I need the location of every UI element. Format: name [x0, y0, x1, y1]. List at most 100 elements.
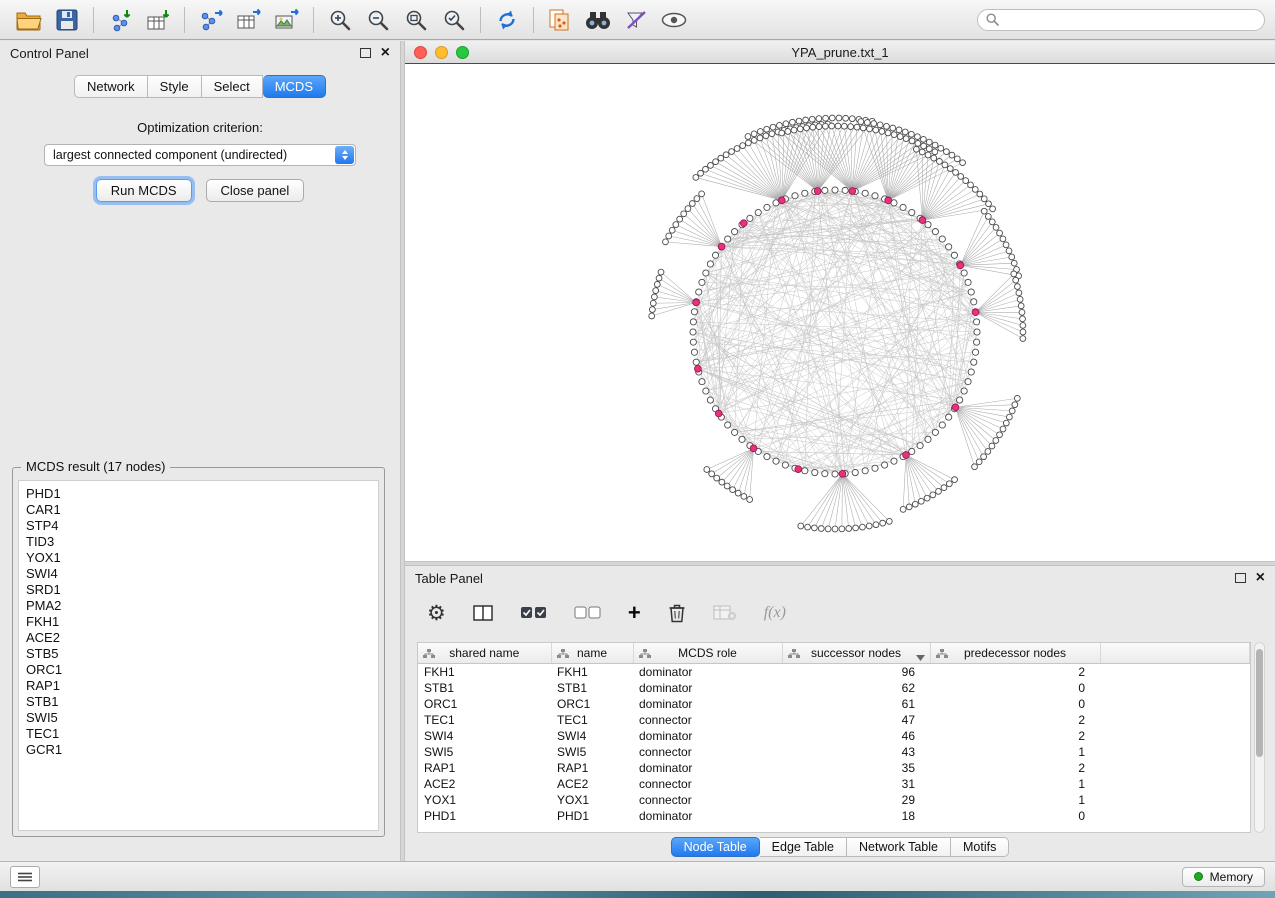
run-mcds-button[interactable]: Run MCDS [96, 179, 192, 202]
table-cell-filler [1100, 696, 1250, 712]
columns-icon[interactable] [473, 604, 493, 622]
export-network-icon[interactable] [192, 4, 230, 36]
zoom-in-icon[interactable] [321, 4, 359, 36]
mcds-result-item[interactable]: SRD1 [26, 582, 376, 598]
table-scrollbar[interactable] [1254, 642, 1265, 833]
save-icon[interactable] [48, 4, 86, 36]
select-all-icon[interactable] [520, 606, 547, 620]
tab-network-table[interactable]: Network Table [847, 837, 951, 857]
table-cell: 0 [930, 808, 1100, 824]
column-header-shared-name[interactable]: shared name [418, 643, 551, 664]
table-cell: YOX1 [551, 792, 633, 808]
table-cell: TEC1 [418, 712, 551, 728]
zoom-selected-icon[interactable] [435, 4, 473, 36]
column-header-MCDS-role[interactable]: MCDS role [633, 643, 782, 664]
column-header-predecessor-nodes[interactable]: predecessor nodes [930, 643, 1100, 664]
copy-document-icon[interactable] [541, 4, 579, 36]
import-table-icon[interactable] [139, 4, 177, 36]
tab-style[interactable]: Style [148, 75, 202, 98]
table-cell: 1 [930, 792, 1100, 808]
tab-node-table[interactable]: Node Table [671, 837, 760, 857]
tab-network[interactable]: Network [74, 75, 148, 98]
table-cell: connector [633, 744, 782, 760]
mcds-result-item[interactable]: STB5 [26, 646, 376, 662]
filter-icon[interactable] [617, 4, 655, 36]
mcds-result-item[interactable]: RAP1 [26, 678, 376, 694]
delete-row-icon[interactable] [668, 603, 686, 623]
table-row[interactable]: TEC1TEC1connector472 [418, 712, 1250, 728]
open-folder-icon[interactable] [10, 4, 48, 36]
mcds-result-item[interactable]: PHD1 [26, 486, 376, 502]
float-panel-icon[interactable] [360, 48, 371, 58]
table-row[interactable]: RAP1RAP1dominator352 [418, 760, 1250, 776]
search-input[interactable] [1004, 12, 1256, 28]
binoculars-icon[interactable] [579, 4, 617, 36]
table-row[interactable]: YOX1YOX1connector291 [418, 792, 1250, 808]
mcds-result-item[interactable]: STB1 [26, 694, 376, 710]
settings-gear-icon[interactable]: ⚙ [427, 603, 446, 624]
table-toolbar: ⚙+f(x) [405, 592, 1275, 634]
zoom-fit-icon[interactable] [397, 4, 435, 36]
network-graph-svg[interactable] [405, 64, 1275, 561]
tab-edge-table[interactable]: Edge Table [760, 837, 847, 857]
table-cell-filler [1100, 808, 1250, 824]
import-network-icon[interactable] [101, 4, 139, 36]
tab-motifs[interactable]: Motifs [951, 837, 1009, 857]
export-image-icon[interactable] [268, 4, 306, 36]
mcds-result-item[interactable]: TID3 [26, 534, 376, 550]
zoom-out-icon[interactable] [359, 4, 397, 36]
network-canvas[interactable] [405, 64, 1275, 561]
table-row[interactable]: STB1STB1dominator620 [418, 680, 1250, 696]
table-row[interactable]: SWI5SWI5connector431 [418, 744, 1250, 760]
mcds-result-item[interactable]: SWI4 [26, 566, 376, 582]
mcds-result-group: MCDS result (17 nodes) PHD1CAR1STP4TID3Y… [12, 467, 385, 837]
mcds-result-item[interactable]: FKH1 [26, 614, 376, 630]
close-table-panel-icon[interactable]: × [1256, 570, 1265, 586]
network-window-titlebar: YPA_prune.txt_1 [405, 41, 1275, 64]
criterion-dropdown[interactable]: largest connected component (undirected) [44, 144, 356, 166]
close-panel-icon[interactable]: × [381, 45, 390, 61]
deselect-all-icon[interactable] [574, 606, 601, 620]
mcds-result-item[interactable]: GCR1 [26, 742, 376, 758]
table-row[interactable]: FKH1FKH1dominator962 [418, 664, 1250, 681]
table-cell: SWI4 [551, 728, 633, 744]
column-header-name[interactable]: name [551, 643, 633, 664]
refresh-icon[interactable] [488, 4, 526, 36]
table-cell: SWI5 [418, 744, 551, 760]
tab-select[interactable]: Select [202, 75, 263, 98]
table-row[interactable]: PHD1PHD1dominator180 [418, 808, 1250, 824]
table-cell: RAP1 [551, 760, 633, 776]
mcds-result-item[interactable]: STP4 [26, 518, 376, 534]
mcds-result-item[interactable]: SWI5 [26, 710, 376, 726]
mcds-result-list: PHD1CAR1STP4TID3YOX1SWI4SRD1PMA2FKH1ACE2… [18, 480, 379, 831]
close-panel-button[interactable]: Close panel [206, 179, 305, 202]
mcds-result-item[interactable]: CAR1 [26, 502, 376, 518]
table-cell: connector [633, 792, 782, 808]
memory-button[interactable]: Memory [1182, 867, 1265, 887]
table-cell: 35 [782, 760, 930, 776]
column-grid-icon [557, 648, 569, 662]
sort-arrow-icon [916, 650, 925, 664]
add-row-icon[interactable]: + [628, 602, 641, 624]
table-row[interactable]: ORC1ORC1dominator610 [418, 696, 1250, 712]
table-row[interactable]: ACE2ACE2connector311 [418, 776, 1250, 792]
scrollbar-thumb[interactable] [1256, 649, 1263, 757]
node-table: shared namenameMCDS rolesuccessor nodesp… [418, 643, 1250, 824]
mcds-result-item[interactable]: TEC1 [26, 726, 376, 742]
status-menu-button[interactable] [10, 866, 40, 888]
eye-icon[interactable] [655, 4, 693, 36]
mcds-result-item[interactable]: ORC1 [26, 662, 376, 678]
toolbar-icons [10, 4, 693, 36]
table-cell: dominator [633, 728, 782, 744]
tab-mcds[interactable]: MCDS [263, 75, 326, 98]
float-table-panel-icon[interactable] [1235, 573, 1246, 583]
table-cell: STB1 [551, 680, 633, 696]
mcds-result-item[interactable]: YOX1 [26, 550, 376, 566]
export-table-icon[interactable] [230, 4, 268, 36]
table-row[interactable]: SWI4SWI4dominator462 [418, 728, 1250, 744]
table-cell-filler [1100, 728, 1250, 744]
column-header-successor-nodes[interactable]: successor nodes [782, 643, 930, 664]
mcds-result-item[interactable]: PMA2 [26, 598, 376, 614]
table-cell: 31 [782, 776, 930, 792]
mcds-result-item[interactable]: ACE2 [26, 630, 376, 646]
